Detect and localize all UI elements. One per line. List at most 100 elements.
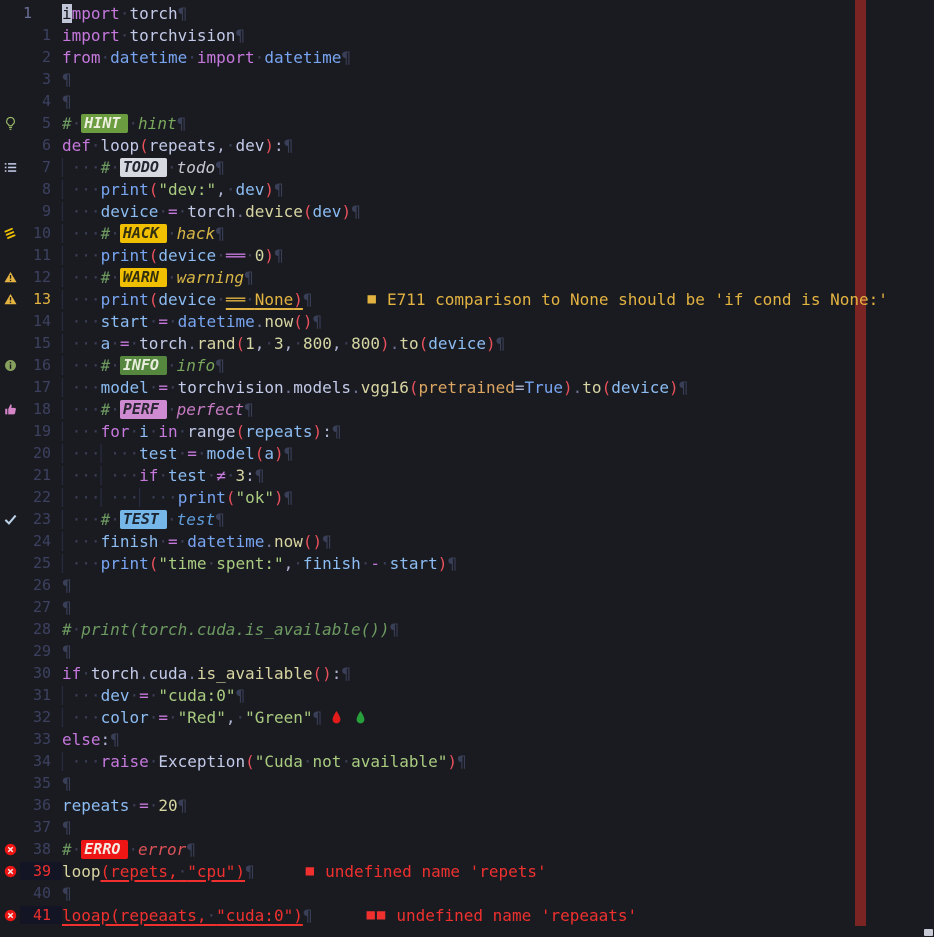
code-line[interactable]: 35¶ bbox=[0, 772, 934, 794]
code-line[interactable]: 26¶ bbox=[0, 574, 934, 596]
line-number[interactable]: 38 bbox=[20, 840, 56, 858]
line-number[interactable]: 11 bbox=[20, 246, 56, 264]
code-line[interactable]: 13▏···print(device·══·None)¶■E711 compar… bbox=[0, 288, 934, 310]
line-number[interactable]: 27 bbox=[20, 598, 56, 616]
code-token: · bbox=[167, 510, 177, 529]
line-number[interactable]: 15 bbox=[20, 334, 56, 352]
line-number[interactable]: 34 bbox=[20, 752, 56, 770]
pilcrow-eol-icon: ¶ bbox=[215, 224, 225, 243]
code-line[interactable]: 19▏···for·i·in·range(repeats):¶ bbox=[0, 420, 934, 442]
line-number[interactable]: 4 bbox=[20, 92, 56, 110]
line-number[interactable]: 32 bbox=[20, 708, 56, 726]
line-number[interactable]: 23 bbox=[20, 510, 56, 528]
code-token: for bbox=[101, 422, 130, 441]
line-number[interactable]: 28 bbox=[20, 620, 56, 638]
code-token: = bbox=[168, 532, 178, 551]
line-number[interactable]: 1 bbox=[20, 4, 56, 22]
code-line[interactable]: 31▏···dev·=·"cuda:0"¶ bbox=[0, 684, 934, 706]
line-number[interactable]: 16 bbox=[20, 356, 56, 374]
code-line[interactable]: 11▏···print(device·══·0)¶ bbox=[0, 244, 934, 266]
code-line[interactable]: 41looap(repeaats,·"cuda:0")¶■■undefined … bbox=[0, 904, 934, 926]
code-line[interactable]: 36repeats·=·20¶ bbox=[0, 794, 934, 816]
line-number[interactable]: 33 bbox=[20, 730, 56, 748]
line-number[interactable]: 19 bbox=[20, 422, 56, 440]
code-line[interactable]: 28#·print(torch.cuda.is_available())¶ bbox=[0, 618, 934, 640]
code-line[interactable]: 18▏···#·PERF·perfect¶ bbox=[0, 398, 934, 420]
line-code: ▏···for·i·in·range(repeats):¶ bbox=[56, 420, 341, 442]
line-number[interactable]: 35 bbox=[20, 774, 56, 792]
line-number[interactable]: 5 bbox=[20, 114, 56, 132]
code-line[interactable]: 8▏···print("dev:",·dev)¶ bbox=[0, 178, 934, 200]
line-number[interactable]: 13 bbox=[20, 290, 56, 308]
line-number[interactable]: 3 bbox=[20, 70, 56, 88]
code-token: ··· bbox=[72, 378, 101, 397]
code-line[interactable]: 5#·HINT·hint¶ bbox=[0, 112, 934, 134]
code-line[interactable]: 16▏···#·INFO·info¶ bbox=[0, 354, 934, 376]
error-icon bbox=[0, 860, 20, 882]
code-line[interactable]: 22▏···▏···▏···print("ok")¶ bbox=[0, 486, 934, 508]
code-line[interactable]: 3¶ bbox=[0, 68, 934, 90]
code-line[interactable]: 37¶ bbox=[0, 816, 934, 838]
line-number[interactable]: 17 bbox=[20, 378, 56, 396]
code-line[interactable]: 25▏···print("time·spent:",·finish·-·star… bbox=[0, 552, 934, 574]
code-token: a bbox=[264, 444, 274, 463]
code-line[interactable]: 1import·torch¶ bbox=[0, 2, 934, 24]
line-number[interactable]: 31 bbox=[20, 686, 56, 704]
code-line[interactable]: 32▏···color·=·"Red",·"Green"¶ bbox=[0, 706, 934, 728]
code-line[interactable]: 15▏···a·=·torch.rand(1,·3,·800,·800).to(… bbox=[0, 332, 934, 354]
code-line[interactable]: 24▏···finish·=·datetime.now()¶ bbox=[0, 530, 934, 552]
code-line[interactable]: 29¶ bbox=[0, 640, 934, 662]
line-number[interactable]: 9 bbox=[20, 202, 56, 220]
line-number[interactable]: 25 bbox=[20, 554, 56, 572]
code-line[interactable]: 34▏···raise·Exception("Cuda·not·availabl… bbox=[0, 750, 934, 772]
line-number[interactable]: 29 bbox=[20, 642, 56, 660]
code-line[interactable]: 23▏···#·TEST·test¶ bbox=[0, 508, 934, 530]
todo-tag-warn: WARN bbox=[120, 268, 167, 287]
line-number[interactable]: 26 bbox=[20, 576, 56, 594]
code-line[interactable]: 30if·torch.cuda.is_available():¶ bbox=[0, 662, 934, 684]
line-number[interactable]: 24 bbox=[20, 532, 56, 550]
line-number[interactable]: 21 bbox=[20, 466, 56, 484]
line-number[interactable]: 20 bbox=[20, 444, 56, 462]
code-line[interactable]: 7▏···#·TODO·todo¶ bbox=[0, 156, 934, 178]
code-line[interactable]: 38#·ERRO·error¶ bbox=[0, 838, 934, 860]
line-number[interactable]: 41 bbox=[20, 906, 56, 924]
line-number[interactable]: 40 bbox=[20, 884, 56, 902]
code-line[interactable]: 17▏···model·=·torchvision.models.vgg16(p… bbox=[0, 376, 934, 398]
line-number[interactable]: 2 bbox=[20, 48, 56, 66]
code-line[interactable]: 1import·torchvision¶ bbox=[0, 24, 934, 46]
line-number[interactable]: 10 bbox=[20, 224, 56, 242]
line-number[interactable]: 12 bbox=[20, 268, 56, 286]
code-line[interactable]: 21▏···▏···if·test·≠·3:¶ bbox=[0, 464, 934, 486]
code-line[interactable]: 20▏···▏···test·=·model(a)¶ bbox=[0, 442, 934, 464]
code-line[interactable]: 14▏···start·=·datetime.now()¶ bbox=[0, 310, 934, 332]
code-line[interactable]: 10▏···#·HACK·hack¶ bbox=[0, 222, 934, 244]
code-line[interactable]: 12▏···#·WARN·warning¶ bbox=[0, 266, 934, 288]
line-number[interactable]: 36 bbox=[20, 796, 56, 814]
pilcrow-eol-icon: ¶ bbox=[62, 70, 72, 89]
line-number[interactable]: 1 bbox=[20, 26, 56, 44]
code-line[interactable]: 27¶ bbox=[0, 596, 934, 618]
code-line[interactable] bbox=[0, 926, 934, 937]
code-line[interactable]: 4¶ bbox=[0, 90, 934, 112]
line-number[interactable]: 18 bbox=[20, 400, 56, 418]
code-line[interactable]: 9▏···device·=·torch.device(dev)¶ bbox=[0, 200, 934, 222]
line-number[interactable]: 37 bbox=[20, 818, 56, 836]
sign-column bbox=[0, 618, 20, 640]
code-line[interactable]: 33else:¶ bbox=[0, 728, 934, 750]
line-number[interactable]: 14 bbox=[20, 312, 56, 330]
code-line[interactable]: 6def·loop(repeats,·dev):¶ bbox=[0, 134, 934, 156]
line-number[interactable]: 30 bbox=[20, 664, 56, 682]
line-number[interactable]: 22 bbox=[20, 488, 56, 506]
code-line[interactable]: 40¶ bbox=[0, 882, 934, 904]
line-number[interactable]: 39 bbox=[20, 862, 56, 880]
code-line[interactable]: 39loop(repets,·"cpu")¶■undefined name 'r… bbox=[0, 860, 934, 882]
sign-column bbox=[0, 816, 20, 838]
line-number[interactable]: 6 bbox=[20, 136, 56, 154]
code-token: · bbox=[149, 686, 159, 705]
line-number[interactable]: 7 bbox=[20, 158, 56, 176]
code-line[interactable]: 2from·datetime·import·datetime¶ bbox=[0, 46, 934, 68]
line-code: ¶ bbox=[56, 596, 72, 618]
code-token: ▏ bbox=[62, 708, 72, 727]
line-number[interactable]: 8 bbox=[20, 180, 56, 198]
